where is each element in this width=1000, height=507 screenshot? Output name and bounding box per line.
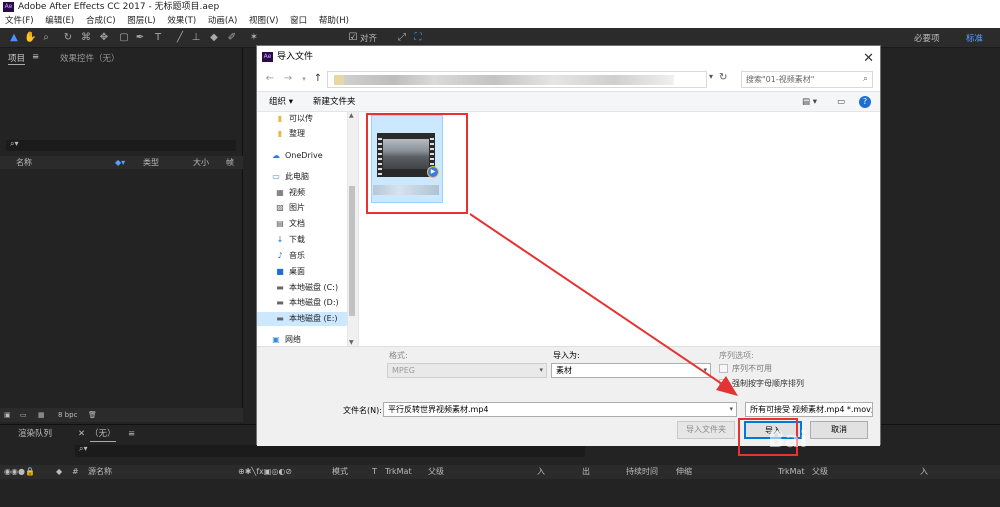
annotation-arrow (469, 213, 738, 396)
watermark-logo: Bai (768, 428, 808, 453)
